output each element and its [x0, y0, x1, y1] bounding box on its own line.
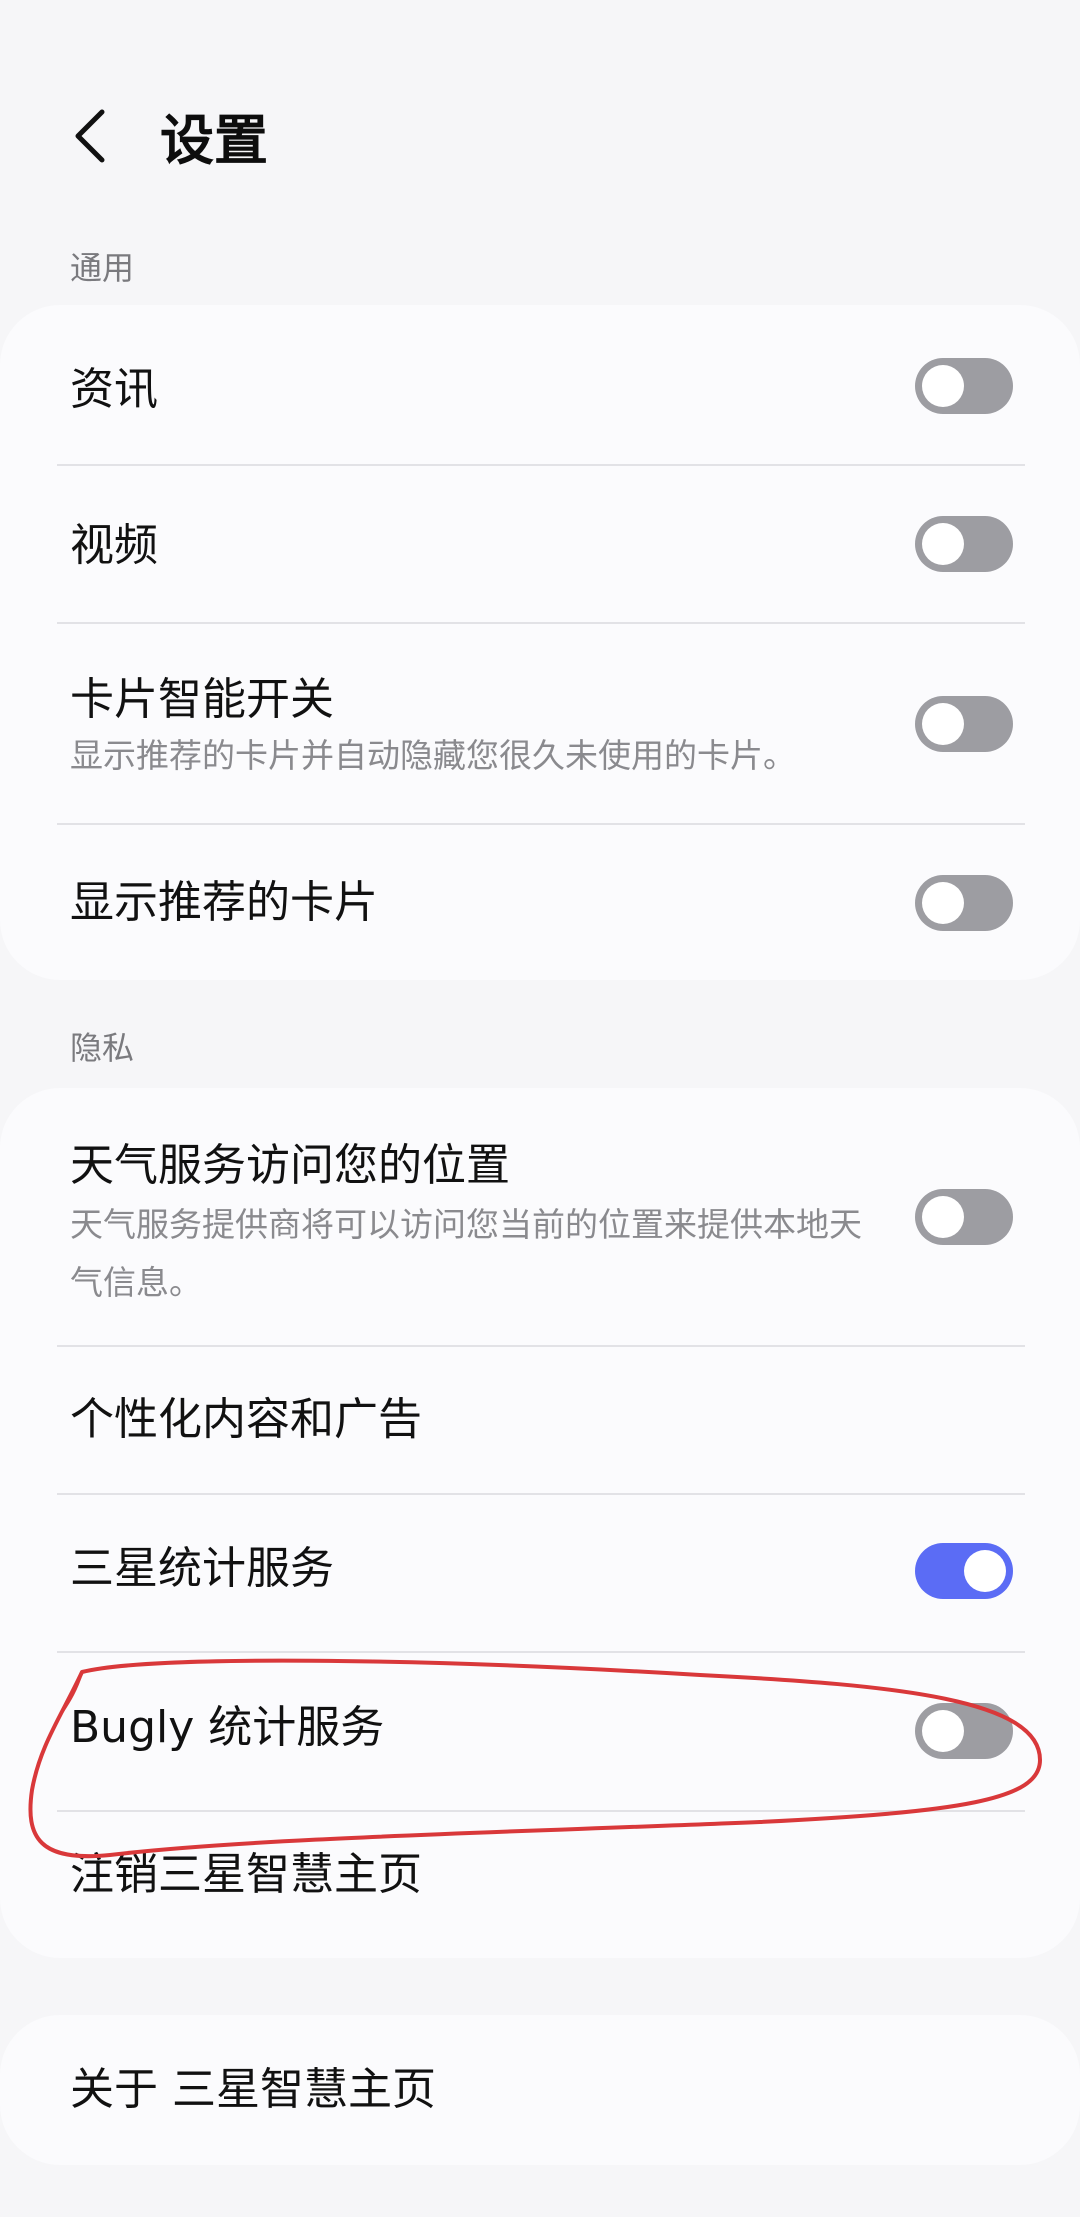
setting-title-recommended-cards: 显示推荐的卡片	[70, 877, 378, 928]
smart-cards-toggle[interactable]	[915, 696, 1013, 752]
page-title: 设置	[160, 109, 268, 172]
section-title-privacy: 隐私	[70, 1029, 135, 1067]
setting-title-news: 资讯	[70, 364, 158, 415]
setting-row-news[interactable]: 资讯	[0, 305, 1080, 465]
setting-title-samsung-analytics: 三星统计服务	[70, 1543, 334, 1594]
back-button[interactable]	[60, 100, 120, 172]
about-card: 关于 三星智慧主页	[0, 2015, 1080, 2165]
setting-title-about: 关于 三星智慧主页	[70, 2064, 436, 2115]
setting-title-personalized-ads: 个性化内容和广告	[70, 1394, 422, 1445]
setting-row-about[interactable]: 关于 三星智慧主页	[0, 2015, 1080, 2165]
header: 设置	[0, 0, 1080, 230]
setting-title-unregister: 注销三星智慧主页	[70, 1849, 422, 1900]
setting-row-unregister[interactable]: 注销三星智慧主页	[0, 1812, 1080, 1958]
setting-row-weather-location[interactable]: 天气服务访问您的位置 天气服务提供商将可以访问您当前的位置来提供本地天气信息。	[0, 1088, 1080, 1344]
setting-title-smart-cards: 卡片智能开关	[70, 674, 334, 725]
setting-title-weather-location: 天气服务访问您的位置	[70, 1140, 510, 1191]
setting-subtitle-smart-cards: 显示推荐的卡片并自动隐藏您很久未使用的卡片。	[70, 736, 796, 775]
weather-location-toggle[interactable]	[915, 1189, 1013, 1245]
toggle-knob	[922, 523, 964, 565]
setting-title-bugly-analytics: Bugly 统计服务	[70, 1702, 385, 1753]
samsung-analytics-toggle[interactable]	[915, 1543, 1013, 1599]
setting-title-video: 视频	[70, 520, 158, 571]
setting-row-personalized-ads[interactable]: 个性化内容和广告	[0, 1347, 1080, 1493]
toggle-knob	[964, 1550, 1006, 1592]
setting-row-recommended-cards[interactable]: 显示推荐的卡片	[0, 825, 1080, 980]
setting-row-samsung-analytics[interactable]: 三星统计服务	[0, 1495, 1080, 1651]
setting-row-smart-cards[interactable]: 卡片智能开关 显示推荐的卡片并自动隐藏您很久未使用的卡片。	[0, 624, 1080, 822]
setting-row-bugly-analytics[interactable]: Bugly 统计服务	[0, 1653, 1080, 1811]
bugly-analytics-toggle[interactable]	[915, 1703, 1013, 1759]
news-toggle[interactable]	[915, 358, 1013, 414]
video-toggle[interactable]	[915, 516, 1013, 572]
setting-row-video[interactable]: 视频	[0, 466, 1080, 622]
toggle-knob	[922, 365, 964, 407]
toggle-knob	[922, 882, 964, 924]
general-card: 资讯 视频 卡片智能开关 显示推荐的卡片并自动隐藏您很久未使用的卡片。 显示推荐…	[0, 305, 1080, 980]
setting-subtitle-weather-location: 天气服务提供商将可以访问您当前的位置来提供本地天气信息。	[70, 1205, 862, 1302]
privacy-card: 天气服务访问您的位置 天气服务提供商将可以访问您当前的位置来提供本地天气信息。 …	[0, 1088, 1080, 1958]
chevron-left-icon	[75, 109, 105, 163]
toggle-knob	[922, 1710, 964, 1752]
recommended-cards-toggle[interactable]	[915, 875, 1013, 931]
toggle-knob	[922, 1196, 964, 1238]
section-title-general: 通用	[70, 249, 135, 287]
toggle-knob	[922, 703, 964, 745]
